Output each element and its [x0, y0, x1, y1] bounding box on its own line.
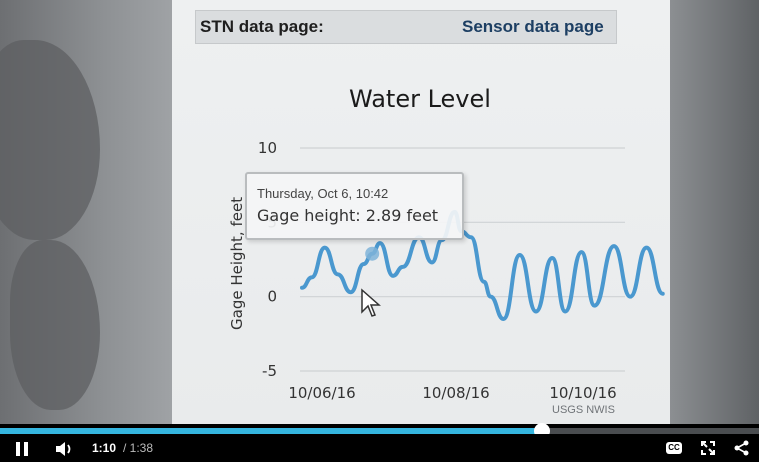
y-tick-label: 0: [267, 288, 277, 306]
current-time: 1:10: [92, 441, 117, 455]
y-tick-label: -5: [262, 362, 277, 380]
x-tick-label: 10/06/16: [288, 384, 355, 402]
tooltip-date: Thursday, Oct 6, 10:42: [257, 186, 389, 201]
y-tick-label: 10: [258, 139, 277, 157]
total-time: / 1:38: [123, 441, 154, 455]
source-credit: USGS NWIS: [552, 404, 615, 416]
share-icon[interactable]: [734, 440, 750, 456]
tooltip-value: Gage height: 2.89 feet: [257, 206, 439, 225]
chart-tooltip: Thursday, Oct 6, 10:42 Gage height: 2.89…: [245, 172, 464, 240]
mouse-cursor-icon: [361, 288, 381, 317]
y-axis-label: Gage Height, feet: [228, 197, 246, 330]
pause-icon[interactable]: [16, 442, 30, 456]
player-controls: 1:10 / 1:38 CC: [0, 434, 759, 462]
closed-captions-icon[interactable]: CC: [666, 442, 682, 454]
volume-icon[interactable]: [55, 441, 75, 457]
video-frame[interactable]: STN data page: Sensor data page Water Le…: [0, 0, 759, 424]
fullscreen-icon[interactable]: [700, 440, 716, 456]
x-tick-label: 10/08/16: [422, 384, 489, 402]
x-tick-label: 10/10/16: [549, 384, 616, 402]
hover-point-marker: [365, 246, 380, 261]
